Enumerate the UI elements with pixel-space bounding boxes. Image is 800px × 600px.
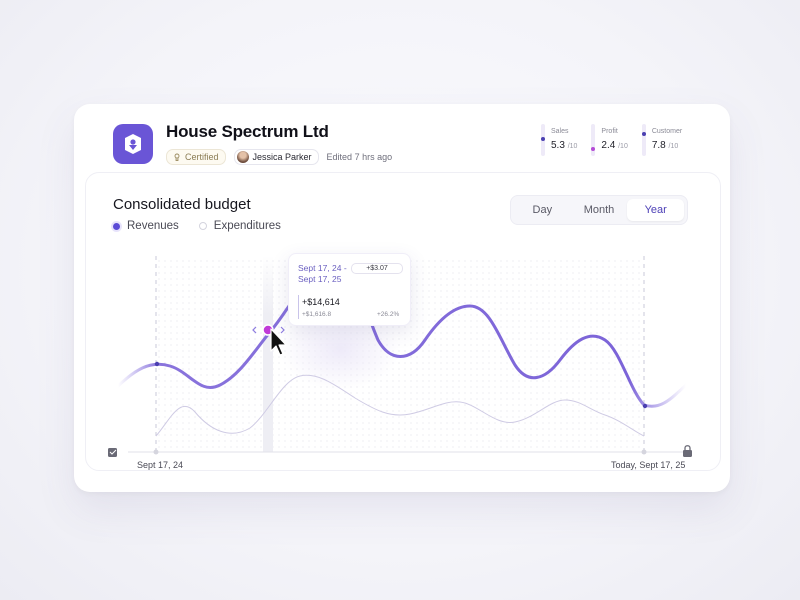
- export-icon[interactable]: [108, 448, 117, 457]
- end-point: [642, 403, 648, 409]
- x-start-label: Sept 17, 24: [137, 460, 184, 470]
- x-end-label: Today, Sept 17, 25: [611, 460, 686, 470]
- start-tick: [153, 449, 159, 455]
- tooltip-percent: +26.2%: [377, 311, 400, 318]
- end-tick: [641, 449, 647, 455]
- chart-tooltip: Sept 17, 24 - Sept 17, 25 +$3.07 +$14,61…: [288, 253, 411, 326]
- tooltip-divider: [298, 295, 299, 319]
- tooltip-range: Sept 17, 24 - Sept 17, 25: [298, 263, 347, 284]
- start-point: [154, 361, 160, 367]
- hover-column: [263, 256, 273, 452]
- tooltip-delta: +$3.07: [351, 263, 403, 274]
- lock-icon[interactable]: [683, 445, 692, 457]
- tooltip-sub-amount: +$1,616.8: [302, 311, 332, 318]
- tooltip-amount: +$14,614: [302, 297, 340, 307]
